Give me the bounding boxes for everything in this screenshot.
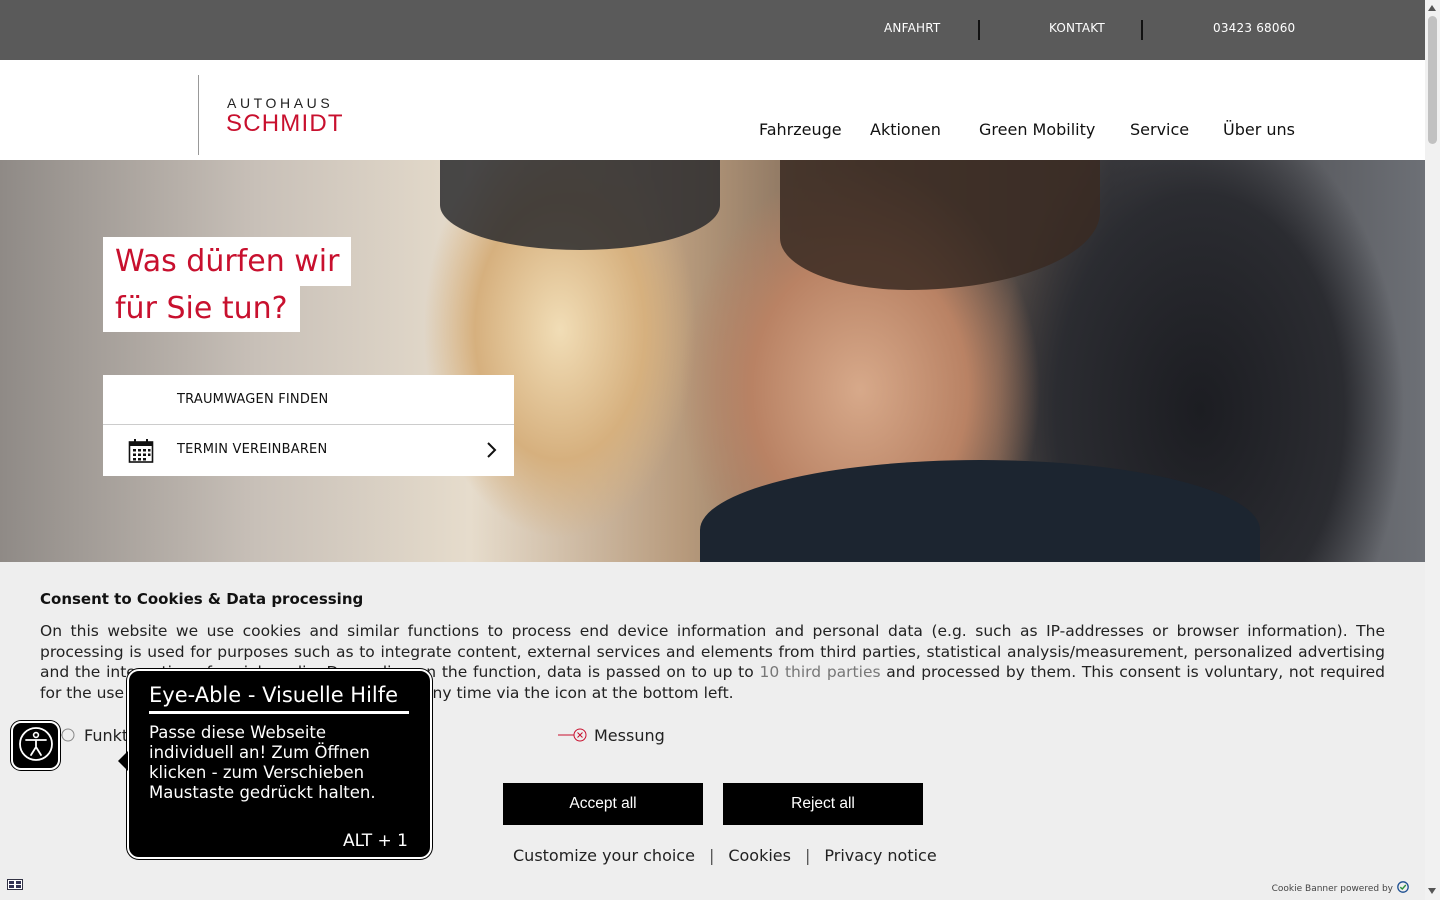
phone-link[interactable]: 03423 68060 — [1213, 21, 1295, 35]
nav-item-vehicles[interactable]: Fahrzeuge — [759, 120, 842, 139]
page-scrollbar[interactable] — [1425, 0, 1440, 900]
toggle-measurement[interactable]: Messung — [558, 726, 665, 747]
link-separator: | — [708, 846, 715, 865]
directions-link[interactable]: ANFAHRT — [884, 21, 940, 35]
customize-choice-link[interactable]: Customize your choice — [513, 846, 695, 865]
calendar-icon — [128, 438, 154, 468]
cookie-links: Customize your choice | Cookies | Privacy no… — [513, 846, 937, 865]
cookies-link[interactable]: Cookies — [728, 846, 791, 865]
tooltip-shortcut: ALT + 1 — [342, 831, 408, 851]
hero-headline-line1: Was dürfen wir — [103, 237, 352, 286]
tooltip-title: Eye-Able - Visuelle Hilfe — [149, 683, 409, 714]
hero-headline-line2: für Sie tun? — [103, 286, 300, 332]
scrollbar-thumb[interactable] — [1428, 16, 1437, 144]
hero-photo-detail — [780, 160, 1100, 290]
nav-item-about[interactable]: Über uns — [1223, 120, 1295, 139]
logo-line2: SCHMIDT — [226, 110, 344, 137]
scroll-up-arrow[interactable] — [1428, 5, 1436, 11]
nav-item-green-mobility[interactable]: Green Mobility — [979, 120, 1095, 139]
accessibility-tooltip: Eye-Able - Visuelle Hilfe Passe diese We… — [118, 669, 432, 859]
cookie-title: Consent to Cookies & Data processing — [40, 590, 364, 608]
contact-link[interactable]: KONTAKT — [1049, 21, 1105, 35]
scroll-down-arrow[interactable] — [1428, 888, 1436, 894]
chevron-right-icon — [486, 442, 498, 462]
accessibility-person-icon — [18, 726, 54, 766]
accept-all-button[interactable]: Accept all — [503, 783, 703, 825]
powered-by-label: Cookie Banner powered by — [1271, 883, 1393, 894]
privacy-notice-link[interactable]: Privacy notice — [824, 846, 936, 865]
topbar-separator — [978, 20, 980, 40]
tooltip-body: Passe diese Webseite individuell an! Zum… — [149, 723, 376, 802]
cta-label: TRAUMWAGEN FINDEN — [177, 392, 329, 407]
site-header: AUTOHAUS SCHMIDT Fahrzeuge Aktionen Gree… — [0, 60, 1425, 160]
book-appointment-button[interactable]: TERMIN VEREINBAREN — [103, 425, 514, 475]
top-bar: ANFAHRT KONTAKT 03423 68060 — [0, 0, 1425, 60]
find-dream-car-button[interactable]: TRAUMWAGEN FINDEN — [103, 375, 514, 425]
logo-divider — [198, 75, 199, 155]
hero-image — [0, 160, 1425, 562]
cookie-powered-by[interactable]: Cookie Banner powered by — [1272, 881, 1409, 896]
third-parties-link[interactable]: 10 third parties — [759, 663, 880, 681]
cta-label: TERMIN VEREINBAREN — [177, 442, 328, 457]
logo-line1: AUTOHAUS — [227, 95, 334, 111]
toggle-off-icon — [558, 727, 588, 747]
checkmark-shield-icon — [1397, 881, 1409, 896]
link-separator: | — [804, 846, 811, 865]
hero-photo-detail — [700, 460, 1260, 562]
topbar-separator — [1141, 20, 1143, 40]
hero-photo-detail — [440, 160, 720, 250]
accessibility-button[interactable] — [11, 721, 60, 770]
language-icon[interactable] — [7, 879, 23, 890]
toggle-label: Messung — [594, 726, 665, 745]
hero-cta-box: TRAUMWAGEN FINDEN TERMIN VEREINBAREN — [103, 375, 514, 476]
reject-all-button[interactable]: Reject all — [723, 783, 923, 825]
nav-item-service[interactable]: Service — [1130, 120, 1189, 139]
nav-item-offers[interactable]: Aktionen — [870, 120, 941, 139]
